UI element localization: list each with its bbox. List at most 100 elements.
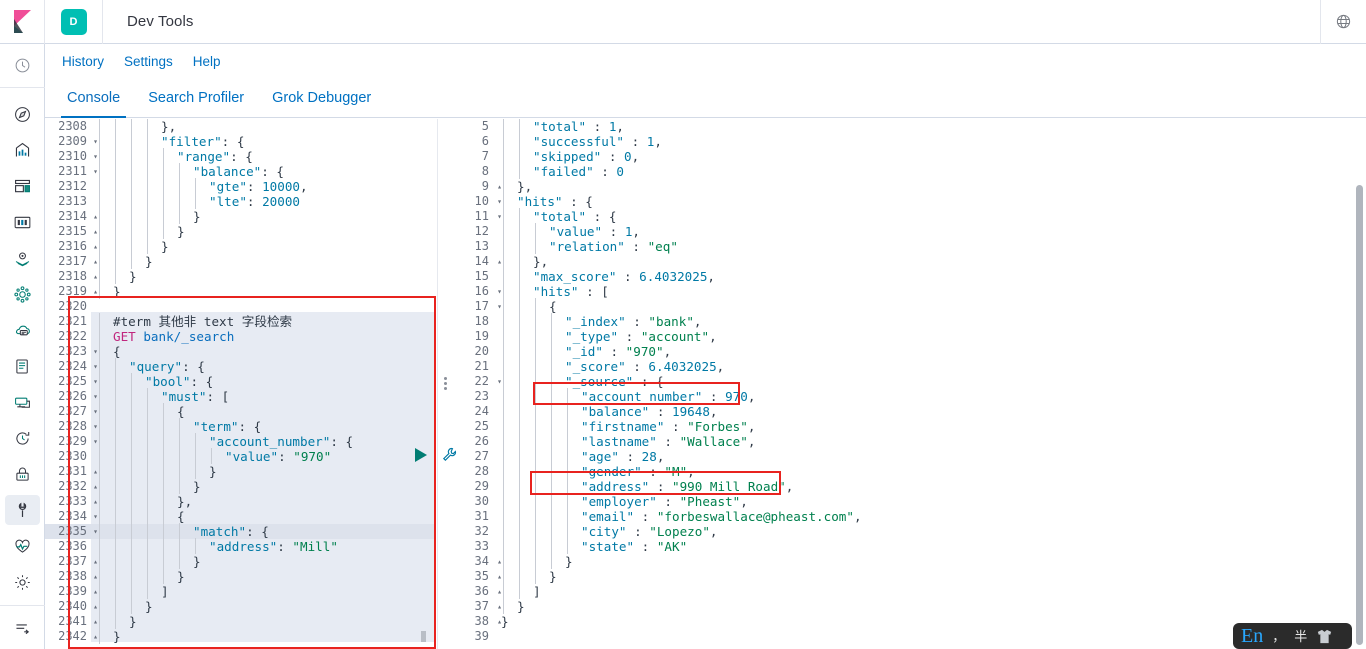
code-line[interactable]: 15 "max_score" : 6.4032025,: [455, 268, 1345, 284]
tab-console[interactable]: Console: [53, 90, 134, 118]
sidebar-item-discover[interactable]: [0, 96, 45, 132]
sidebar-item-uptime[interactable]: [0, 420, 45, 456]
menu-item-history[interactable]: History: [52, 51, 114, 72]
code-line[interactable]: 2328 ▾ "term": {: [45, 418, 435, 434]
code-line[interactable]: 2337 ▴}: [45, 553, 435, 569]
code-line[interactable]: 2311 ▾ "balance": {: [45, 163, 435, 179]
code-line[interactable]: 2323 ▾{: [45, 343, 435, 359]
code-line[interactable]: 2322 GET bank/_search: [45, 328, 435, 344]
code-line[interactable]: 26 "lastname" : "Wallace",: [455, 433, 1345, 449]
console-request-editor[interactable]: 2308}, 2309 ▾ "filter": {2310 ▾ "range": {231…: [45, 119, 435, 649]
pane-resize-divider[interactable]: [437, 119, 453, 649]
sidebar-item-canvas[interactable]: [0, 204, 45, 240]
code-line[interactable]: 2340 ▴}: [45, 598, 435, 614]
wrench-icon[interactable]: [441, 446, 458, 463]
code-line[interactable]: 2327 ▾{: [45, 403, 435, 419]
code-line[interactable]: 2310 ▾ "range": {: [45, 148, 435, 164]
code-line[interactable]: 5 "total" : 1,: [455, 119, 1345, 134]
code-line[interactable]: 2342 ▴}: [45, 628, 435, 644]
code-line[interactable]: 36 ▴]: [455, 583, 1345, 599]
code-line[interactable]: 2326 ▾ "must": [: [45, 388, 435, 404]
ime-width-toggle[interactable]: 半: [1294, 630, 1307, 643]
code-line[interactable]: 2333 ▴},: [45, 493, 435, 509]
page-scrollbar[interactable]: [1356, 185, 1363, 645]
header-settings-button[interactable]: [1320, 0, 1366, 44]
tab-search-profiler[interactable]: Search Profiler: [134, 90, 258, 117]
menu-item-help[interactable]: Help: [183, 51, 231, 72]
code-line[interactable]: 23 "account_number" : 970,: [455, 388, 1345, 404]
sidebar-collapse-button[interactable]: [0, 605, 45, 649]
code-line[interactable]: 2336 "address": "Mill": [45, 538, 435, 554]
code-line[interactable]: 2321 #term 其他非 text 字段检索: [45, 313, 435, 329]
code-line[interactable]: 31 "email" : "forbeswallace@pheast.com",: [455, 508, 1345, 524]
code-line[interactable]: 11 ▾ "total" : {: [455, 208, 1345, 224]
code-line[interactable]: 2332 ▴}: [45, 478, 435, 494]
play-button-icon[interactable]: [415, 447, 427, 462]
code-line[interactable]: 2341 ▴}: [45, 613, 435, 629]
code-line[interactable]: 29 "address" : "990 Mill Road",: [455, 478, 1345, 494]
code-line[interactable]: 21 "_score" : 6.4032025,: [455, 358, 1345, 374]
code-line[interactable]: 2325 ▾ "bool": {: [45, 373, 435, 389]
code-line[interactable]: 2331 ▴}: [45, 463, 435, 479]
code-line[interactable]: 24 "balance" : 19648,: [455, 403, 1345, 419]
code-line[interactable]: 2329 ▾ "account_number": {: [45, 433, 435, 449]
code-line[interactable]: 38 ▴}: [455, 614, 1345, 629]
console-response-editor[interactable]: 5 "total" : 1, 6 "successful" : 1, 7 "skipped…: [455, 119, 1345, 649]
sidebar-item-management[interactable]: [0, 564, 45, 600]
code-line[interactable]: 27 "age" : 28,: [455, 448, 1345, 464]
code-line[interactable]: 14 ▴},: [455, 253, 1345, 269]
ime-punctuation-toggle[interactable]: ，: [1272, 630, 1285, 643]
code-line[interactable]: 2312 "gte": 10000,: [45, 178, 435, 194]
sidebar-item-visualize[interactable]: [0, 132, 45, 168]
code-line[interactable]: 13 "relation" : "eq": [455, 238, 1345, 254]
code-line[interactable]: 25 "firstname" : "Forbes",: [455, 418, 1345, 434]
shirt-icon[interactable]: [1316, 629, 1333, 644]
kibana-logo-cell[interactable]: [0, 0, 45, 44]
code-line[interactable]: 7 "skipped" : 0,: [455, 148, 1345, 164]
code-line[interactable]: 20 "_id" : "970",: [455, 343, 1345, 359]
code-line[interactable]: 2318 ▴}: [45, 268, 435, 284]
code-line[interactable]: 18 "_index" : "bank",: [455, 313, 1345, 329]
code-line[interactable]: 28 "gender" : "M",: [455, 463, 1345, 479]
code-line[interactable]: 16 ▾ "hits" : [: [455, 283, 1345, 299]
code-line[interactable]: 9 ▴},: [455, 178, 1345, 194]
sidebar-item-logs[interactable]: [0, 348, 45, 384]
sidebar-item-apm[interactable]: [0, 384, 45, 420]
code-line[interactable]: 35 ▴}: [455, 568, 1345, 584]
code-line[interactable]: 2313 "lte": 20000: [45, 193, 435, 209]
code-line[interactable]: 6 "successful" : 1,: [455, 133, 1345, 149]
sidebar-item-dashboard[interactable]: [0, 168, 45, 204]
code-line[interactable]: 32 "city" : "Lopezo",: [455, 523, 1345, 539]
code-line[interactable]: 2314 ▴}: [45, 208, 435, 224]
code-line[interactable]: 34 ▴}: [455, 553, 1345, 569]
code-line[interactable]: 39: [455, 629, 1345, 644]
code-line[interactable]: 17 ▾{: [455, 298, 1345, 314]
code-line[interactable]: 33 "state" : "AK": [455, 538, 1345, 554]
code-line[interactable]: 8 "failed" : 0: [455, 163, 1345, 179]
code-line[interactable]: 2309 ▾ "filter": {: [45, 133, 435, 149]
code-line[interactable]: 2315 ▴}: [45, 223, 435, 239]
sidebar-item-siem[interactable]: [0, 456, 45, 492]
code-line[interactable]: 2319 ▴}: [45, 283, 435, 299]
code-line[interactable]: 2335 ▾ "match": {: [45, 523, 435, 539]
code-line[interactable]: 2339 ▴]: [45, 583, 435, 599]
code-line[interactable]: 2334 ▾{: [45, 508, 435, 524]
sidebar-item-machine-learning[interactable]: [0, 276, 45, 312]
tab-grok-debugger[interactable]: Grok Debugger: [258, 90, 385, 117]
code-line[interactable]: 2317 ▴}: [45, 253, 435, 269]
sogou-ime-status-bar[interactable]: En ， 半: [1233, 623, 1352, 649]
sidebar-item-recently-viewed[interactable]: [0, 44, 45, 88]
code-line[interactable]: 2308},: [45, 119, 435, 134]
code-line[interactable]: 22 ▾ "_source" : {: [455, 373, 1345, 389]
sidebar-item-maps[interactable]: [0, 240, 45, 276]
sidebar-item-dev-tools[interactable]: [0, 492, 45, 528]
menu-item-settings[interactable]: Settings: [114, 51, 183, 72]
ime-mode-label[interactable]: En: [1241, 626, 1263, 646]
code-line[interactable]: 10 ▾ "hits" : {: [455, 193, 1345, 209]
code-line[interactable]: 37 ▴}: [455, 598, 1345, 614]
code-line[interactable]: 19 "_type" : "account",: [455, 328, 1345, 344]
sidebar-item-infrastructure[interactable]: [0, 312, 45, 348]
request-pane-scrollbar[interactable]: [421, 631, 426, 642]
code-line[interactable]: 2316 ▴}: [45, 238, 435, 254]
code-line[interactable]: 2330 "value": "970": [45, 448, 435, 464]
